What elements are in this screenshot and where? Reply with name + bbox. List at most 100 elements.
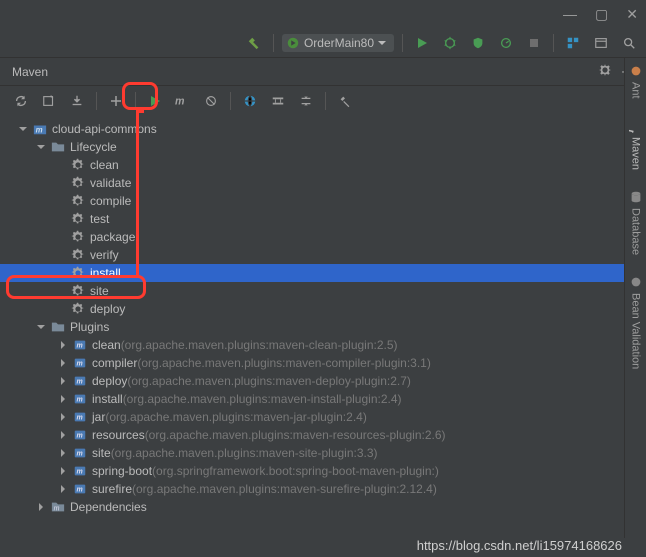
- project-node[interactable]: m cloud-api-commons: [0, 120, 646, 138]
- plugin-name-label: spring-boot: [92, 462, 152, 480]
- plugin-node-clean[interactable]: mclean (org.apache.maven.plugins:maven-c…: [0, 336, 646, 354]
- chevron-right-icon[interactable]: [34, 500, 48, 514]
- execute-maven-goal-icon[interactable]: m: [172, 90, 194, 112]
- plugin-node-compiler[interactable]: m compiler (org.apache.maven.plugins:mave…: [0, 354, 646, 372]
- lifecycle-goal-label: clean: [90, 156, 119, 174]
- dependencies-node[interactable]: m Dependencies: [0, 498, 646, 516]
- plugin-desc-label: (org.apache.maven.plugins:maven-jar-plug…: [105, 408, 366, 426]
- chevron-down-icon[interactable]: [16, 122, 30, 136]
- chevron-right-icon[interactable]: [56, 338, 70, 352]
- chevron-right-icon[interactable]: [56, 410, 70, 424]
- svg-text:m: m: [175, 96, 185, 108]
- plugin-node-install[interactable]: minstall (org.apache.maven.plugins:maven…: [0, 390, 646, 408]
- chevron-down-icon[interactable]: [34, 320, 48, 334]
- lifecycle-node[interactable]: Lifecycle: [0, 138, 646, 156]
- lifecycle-goal-verify[interactable]: verify: [0, 246, 646, 264]
- chevron-right-icon[interactable]: [56, 428, 70, 442]
- watermark: https://blog.csdn.net/li15974168626: [417, 538, 622, 553]
- side-tab-bean-validation[interactable]: Bean Validation: [629, 275, 643, 369]
- side-tab-database[interactable]: Database: [629, 190, 643, 255]
- ide-toolbar: OrderMain80: [0, 28, 646, 58]
- lifecycle-goal-clean[interactable]: clean: [0, 156, 646, 174]
- plugin-node-deploy[interactable]: mdeploy (org.apache.maven.plugins:maven-…: [0, 372, 646, 390]
- project-structure-icon[interactable]: [562, 32, 584, 54]
- plugin-node-surefire[interactable]: msurefire (org.apache.maven.plugins:mave…: [0, 480, 646, 498]
- chevron-right-icon[interactable]: [56, 464, 70, 478]
- run-configuration-selector[interactable]: OrderMain80: [282, 34, 394, 52]
- gear-icon[interactable]: [598, 63, 612, 81]
- window-minimize-button[interactable]: —: [563, 6, 577, 22]
- plugin-name-label: compiler: [92, 354, 137, 372]
- plugin-desc-label: (org.apache.maven.plugins:maven-deploy-p…: [127, 372, 411, 390]
- profile-icon[interactable]: [495, 32, 517, 54]
- lifecycle-goal-install[interactable]: install: [0, 264, 646, 282]
- chevron-right-icon[interactable]: [56, 446, 70, 460]
- lifecycle-goal-package[interactable]: package: [0, 228, 646, 246]
- plugin-desc-label: (org.apache.maven.plugins:maven-site-plu…: [111, 444, 378, 462]
- chevron-right-icon[interactable]: [56, 482, 70, 496]
- svg-text:m: m: [77, 361, 83, 368]
- lifecycle-goal-test[interactable]: test: [0, 210, 646, 228]
- lifecycle-goal-label: compile: [90, 192, 131, 210]
- settings-icon[interactable]: [334, 90, 356, 112]
- gear-icon: [70, 193, 86, 209]
- gear-icon: [70, 265, 86, 281]
- svg-text:m: m: [77, 415, 83, 422]
- lifecycle-goal-label: validate: [90, 174, 131, 192]
- lifecycle-goal-deploy[interactable]: deploy: [0, 300, 646, 318]
- chevron-right-icon[interactable]: [56, 356, 70, 370]
- plugin-name-label: surefire: [92, 480, 132, 498]
- lifecycle-label: Lifecycle: [70, 138, 117, 156]
- generate-sources-icon[interactable]: [38, 90, 60, 112]
- plugins-node[interactable]: Plugins: [0, 318, 646, 336]
- plugin-icon: m: [72, 391, 88, 407]
- lifecycle-goal-label: deploy: [90, 300, 125, 318]
- reimport-icon[interactable]: [10, 90, 32, 112]
- plugin-node-jar[interactable]: mjar (org.apache.maven.plugins:maven-jar…: [0, 408, 646, 426]
- plugin-node-site[interactable]: msite (org.apache.maven.plugins:maven-si…: [0, 444, 646, 462]
- side-tab-ant[interactable]: Ant: [629, 64, 643, 99]
- chevron-right-icon[interactable]: [56, 374, 70, 388]
- lifecycle-goal-compile[interactable]: compile: [0, 192, 646, 210]
- add-icon[interactable]: [105, 90, 127, 112]
- svg-text:m: m: [36, 126, 43, 135]
- plugin-desc-label: (org.apache.maven.plugins:maven-clean-pl…: [121, 336, 398, 354]
- plugin-name-label: clean: [92, 336, 121, 354]
- debug-icon[interactable]: [439, 32, 461, 54]
- maven-tree: m cloud-api-commons Lifecycle cleanvalid…: [0, 116, 646, 516]
- gear-icon: [70, 229, 86, 245]
- plugins-label: Plugins: [70, 318, 109, 336]
- plugin-desc-label: (org.apache.maven.plugins:maven-compiler…: [137, 354, 430, 372]
- lifecycle-goal-site[interactable]: site: [0, 282, 646, 300]
- run-maven-goal-icon[interactable]: [144, 90, 166, 112]
- right-tool-stripe: Ant m Maven Database Bean Validation: [624, 58, 646, 538]
- window-icon[interactable]: [590, 32, 612, 54]
- toggle-offline-icon[interactable]: [239, 90, 261, 112]
- plugin-desc-label: (org.apache.maven.plugins:maven-install-…: [123, 390, 402, 408]
- run-icon[interactable]: [411, 32, 433, 54]
- plugin-node-resources[interactable]: mresources (org.apache.maven.plugins:mav…: [0, 426, 646, 444]
- coverage-icon[interactable]: [467, 32, 489, 54]
- search-icon[interactable]: [618, 32, 640, 54]
- window-close-button[interactable]: ✕: [626, 6, 638, 23]
- toggle-skip-tests-icon[interactable]: [200, 90, 222, 112]
- lifecycle-goal-label: install: [90, 264, 121, 282]
- svg-text:m: m: [629, 129, 637, 133]
- collapse-all-icon[interactable]: [295, 90, 317, 112]
- project-name-label: cloud-api-commons: [52, 120, 157, 138]
- chevron-right-icon[interactable]: [56, 392, 70, 406]
- hammer-icon[interactable]: [243, 32, 265, 54]
- window-maximize-button[interactable]: ▢: [595, 6, 608, 23]
- chevron-down-icon[interactable]: [34, 140, 48, 154]
- lifecycle-goal-label: verify: [90, 246, 119, 264]
- plugin-icon: m: [72, 409, 88, 425]
- svg-text:m: m: [77, 397, 83, 404]
- plugin-desc-label: (org.apache.maven.plugins:maven-surefire…: [132, 480, 437, 498]
- plugin-desc-label: (org.springframework.boot:spring-boot-ma…: [152, 462, 439, 480]
- side-tab-maven[interactable]: m Maven: [629, 119, 643, 170]
- stop-icon: [523, 32, 545, 54]
- plugin-node-spring-boot[interactable]: mspring-boot (org.springframework.boot:s…: [0, 462, 646, 480]
- show-dependencies-icon[interactable]: [267, 90, 289, 112]
- download-icon[interactable]: [66, 90, 88, 112]
- lifecycle-goal-validate[interactable]: validate: [0, 174, 646, 192]
